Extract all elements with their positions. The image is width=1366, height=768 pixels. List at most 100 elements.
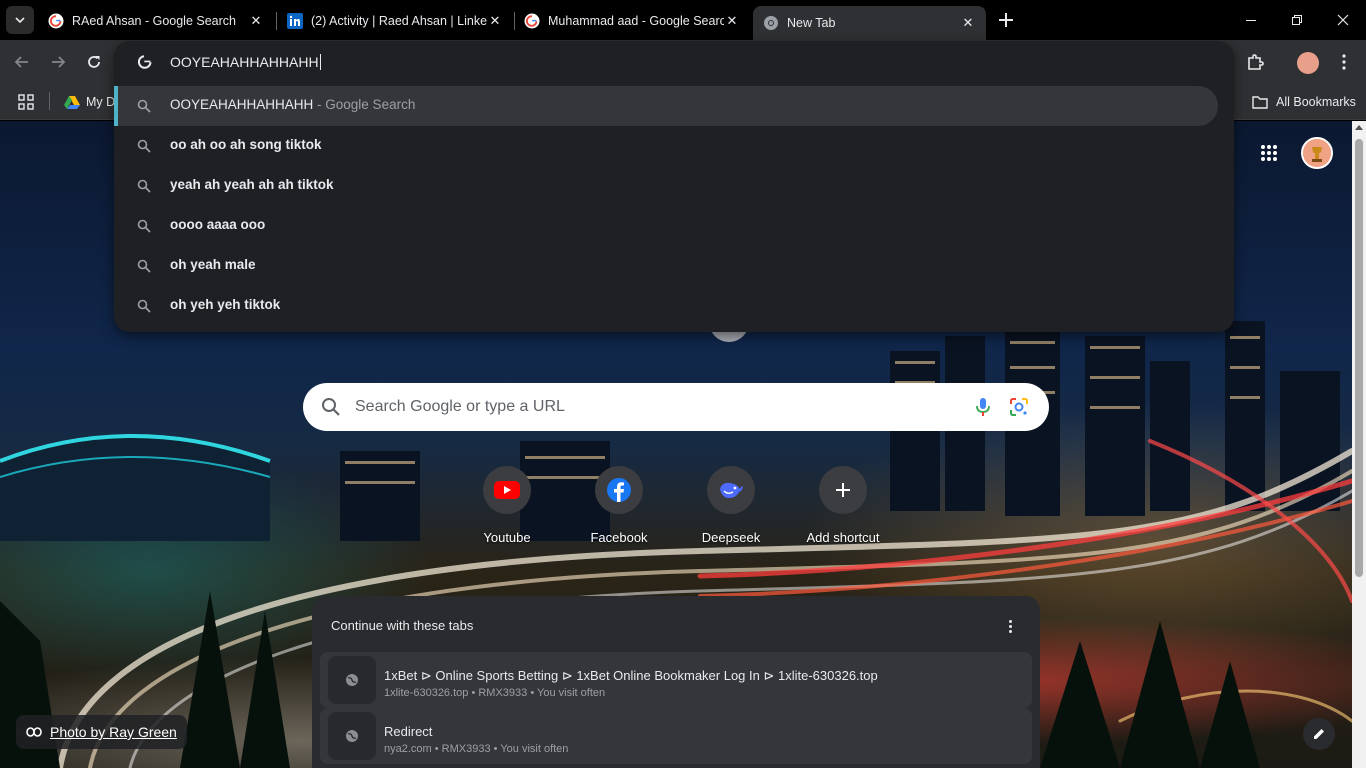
shortcut-label: Youtube	[483, 530, 531, 545]
tab-strip: RAed Ahsan - Google Search ✕ (2) Activit…	[0, 0, 1366, 40]
search-icon	[137, 299, 151, 313]
search-icon	[137, 219, 151, 233]
shortcut-label: Add shortcut	[806, 530, 880, 545]
suggestion-row[interactable]: oo ah oo ah song tiktok	[114, 126, 1218, 166]
shortcut-facebook-tile	[595, 466, 643, 514]
ntp-search-box[interactable]: Search Google or type a URL	[303, 383, 1049, 431]
tab-title: Muhammad aad - Google Search	[548, 14, 724, 28]
facebook-icon	[607, 478, 631, 502]
bookmark-my-drive[interactable]: My D	[64, 92, 115, 112]
continue-tab-title: 1xBet ⊳ Online Sports Betting ⊳ 1xBet On…	[384, 668, 878, 683]
shortcut-add[interactable]: Add shortcut	[787, 466, 899, 550]
search-icon	[137, 179, 151, 193]
search-icon	[137, 99, 151, 113]
all-bookmarks-folder[interactable]: All Bookmarks	[1252, 92, 1356, 112]
chevron-down-icon	[15, 17, 25, 23]
google-icon	[48, 13, 64, 29]
scrollbar-thumb[interactable]	[1355, 139, 1363, 577]
pencil-icon	[1314, 729, 1324, 739]
apps-shortcut[interactable]	[18, 92, 34, 112]
omnibox-popup: OOYEAHAHHAHHAHH OOYEAHAHHAHHAHH - Google…	[114, 41, 1234, 332]
suggestion-row[interactable]: oooo aaaa ooo	[114, 206, 1218, 246]
google-g-icon	[137, 55, 152, 69]
suggestion-text: yeah ah yeah ah ah tiktok	[170, 177, 334, 192]
bookmark-label: My D	[86, 95, 116, 109]
shortcut-deepseek-tile	[707, 466, 755, 514]
google-drive-icon	[64, 96, 80, 109]
minimize-icon	[1246, 20, 1256, 21]
all-bookmarks-label: All Bookmarks	[1276, 95, 1356, 109]
bookmarks-separator	[49, 92, 50, 110]
folder-icon	[1252, 96, 1268, 109]
photo-credit-text: Photo by Ray Green	[50, 724, 177, 740]
apps-grid-icon	[1261, 145, 1277, 161]
shortcut-label: Facebook	[590, 530, 648, 545]
continue-tab-title: Redirect	[384, 724, 433, 739]
customize-button[interactable]	[1303, 718, 1335, 750]
suggestion-row[interactable]: yeah ah yeah ah ah tiktok	[114, 166, 1218, 206]
google-lens-icon[interactable]	[1007, 395, 1031, 419]
deepseek-icon	[720, 482, 743, 498]
suggestion-row[interactable]: oh yeah male	[114, 246, 1218, 286]
plus-icon	[999, 13, 1013, 27]
arrow-right-icon	[52, 56, 66, 68]
suggestion-text: OOYEAHAHHAHHAHH	[170, 97, 314, 112]
search-icon	[322, 398, 340, 416]
close-icon[interactable]: ✕	[487, 13, 503, 29]
shortcut-deepseek[interactable]: Deepseek	[675, 466, 787, 550]
chrome-menu-button[interactable]	[1332, 50, 1356, 74]
omnibox-input[interactable]: OOYEAHAHHAHHAHH	[170, 54, 321, 70]
suggestion-text: oh yeah male	[170, 257, 256, 272]
voice-search-icon[interactable]	[971, 395, 995, 419]
close-icon	[1337, 14, 1349, 26]
google-icon	[524, 13, 540, 29]
suggestion-text: oo ah oo ah song tiktok	[170, 137, 322, 152]
back-button[interactable]	[10, 50, 34, 74]
close-icon[interactable]: ✕	[248, 13, 264, 29]
tab-google-search-2[interactable]: Muhammad aad - Google Search ✕	[514, 6, 750, 36]
globe-icon	[328, 712, 376, 760]
tab-title: New Tab	[787, 16, 836, 30]
tab-linkedin[interactable]: (2) Activity | Raed Ahsan | LinkedIn ✕	[277, 6, 513, 36]
close-icon[interactable]: ✕	[960, 15, 976, 31]
restore-icon	[1292, 15, 1302, 25]
suggestion-row[interactable]: OOYEAHAHHAHHAHH - Google Search	[114, 86, 1218, 126]
reload-button[interactable]	[82, 50, 106, 74]
shortcut-youtube-tile	[483, 466, 531, 514]
account-avatar[interactable]	[1301, 137, 1333, 169]
continue-tab-subtitle: nya2.com • RMX3933 • You visit often	[384, 743, 569, 755]
suggestion-text: oh yeh yeh tiktok	[170, 297, 281, 312]
linkedin-icon	[287, 13, 303, 29]
tab-search-button[interactable]	[6, 6, 34, 34]
continue-tab-item[interactable]: Redirect nya2.com • RMX3933 • You visit …	[320, 708, 1032, 764]
arrow-left-icon	[14, 56, 28, 68]
page-scrollbar[interactable]	[1352, 121, 1366, 768]
tab-google-search-1[interactable]: RAed Ahsan - Google Search ✕	[38, 6, 274, 36]
puzzle-icon	[1248, 54, 1264, 70]
continue-card-title: Continue with these tabs	[331, 618, 474, 633]
reload-icon	[88, 56, 100, 68]
profile-avatar[interactable]	[1297, 52, 1319, 74]
continue-tab-subtitle: 1xlite-630326.top • RMX3933 • You visit …	[384, 687, 606, 699]
close-window-button[interactable]	[1320, 0, 1366, 40]
omnibox-query: OOYEAHAHHAHHAHH	[170, 54, 319, 70]
new-tab-button[interactable]	[994, 8, 1018, 32]
continue-tab-item[interactable]: 1xBet ⊳ Online Sports Betting ⊳ 1xBet On…	[320, 652, 1032, 708]
suggestion-hint: - Google Search	[313, 97, 416, 112]
minimize-button[interactable]	[1228, 0, 1274, 40]
shortcut-youtube[interactable]: Youtube	[451, 466, 563, 550]
forward-button[interactable]	[46, 50, 70, 74]
google-apps-button[interactable]	[1255, 139, 1283, 167]
restore-button[interactable]	[1274, 0, 1320, 40]
photo-credit-link[interactable]: Photo by Ray Green	[16, 715, 187, 749]
search-icon	[137, 139, 151, 153]
close-icon[interactable]: ✕	[724, 13, 740, 29]
tab-title: RAed Ahsan - Google Search	[72, 14, 236, 28]
scroll-up-arrow-icon[interactable]	[1355, 125, 1363, 130]
shortcut-label: Deepseek	[701, 530, 761, 545]
more-vert-icon[interactable]	[1002, 616, 1018, 636]
tab-new-tab[interactable]: New Tab ✕	[753, 6, 986, 40]
suggestion-row[interactable]: oh yeh yeh tiktok	[114, 286, 1218, 326]
shortcut-facebook[interactable]: Facebook	[563, 466, 675, 550]
extensions-button[interactable]	[1243, 50, 1267, 74]
